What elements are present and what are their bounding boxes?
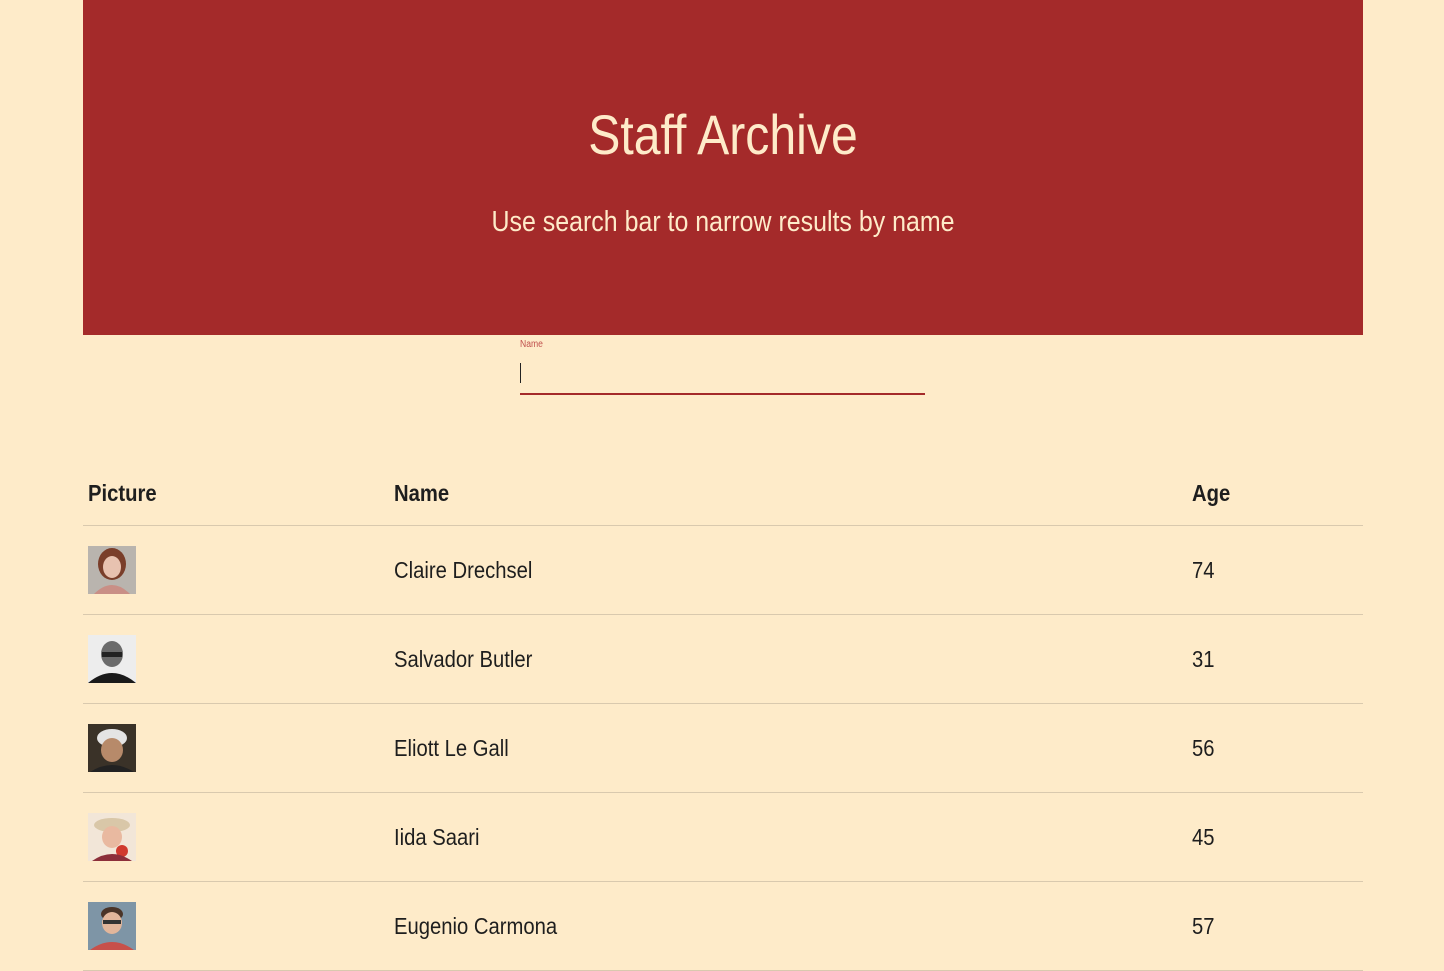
table-row[interactable]: Salvador Butler 31	[83, 614, 1363, 704]
search-input[interactable]	[520, 357, 925, 395]
search-label: Name	[520, 339, 543, 350]
column-header-name[interactable]: Name	[389, 462, 1187, 526]
search-field: Name	[520, 337, 925, 397]
avatar	[88, 724, 136, 772]
page-subtitle: Use search bar to narrow results by name	[491, 206, 955, 238]
avatar	[88, 902, 136, 950]
table-row[interactable]: Eugenio Carmona 57	[83, 881, 1363, 971]
hero-banner: Staff Archive Use search bar to narrow r…	[83, 0, 1363, 335]
name-cell: Claire Drechsel	[389, 525, 1187, 615]
table-row[interactable]: Claire Drechsel 74	[83, 525, 1363, 615]
table-row[interactable]: Eliott Le Gall 56	[83, 703, 1363, 793]
avatar	[88, 813, 136, 861]
table-header-row: Picture Name Age	[83, 462, 1363, 526]
avatar	[88, 635, 136, 683]
picture-cell	[83, 792, 389, 882]
column-header-age[interactable]: Age	[1187, 462, 1363, 526]
picture-cell	[83, 881, 389, 971]
page-title: Staff Archive	[588, 103, 858, 166]
staff-table: Picture Name Age Claire Drechsel 74 Salv…	[83, 462, 1363, 971]
name-cell: Salvador Butler	[389, 614, 1187, 704]
name-cell: Eliott Le Gall	[389, 703, 1187, 793]
avatar	[88, 546, 136, 594]
page: Staff Archive Use search bar to narrow r…	[83, 0, 1363, 971]
picture-cell	[83, 525, 389, 615]
age-cell: 56	[1187, 703, 1363, 793]
age-cell: 74	[1187, 525, 1363, 615]
age-cell: 45	[1187, 792, 1363, 882]
picture-cell	[83, 614, 389, 704]
table-row[interactable]: Iida Saari 45	[83, 792, 1363, 882]
age-cell: 57	[1187, 881, 1363, 971]
name-cell: Iida Saari	[389, 792, 1187, 882]
picture-cell	[83, 703, 389, 793]
column-header-picture[interactable]: Picture	[83, 462, 389, 526]
age-cell: 31	[1187, 614, 1363, 704]
text-caret	[520, 363, 521, 383]
name-cell: Eugenio Carmona	[389, 881, 1187, 971]
